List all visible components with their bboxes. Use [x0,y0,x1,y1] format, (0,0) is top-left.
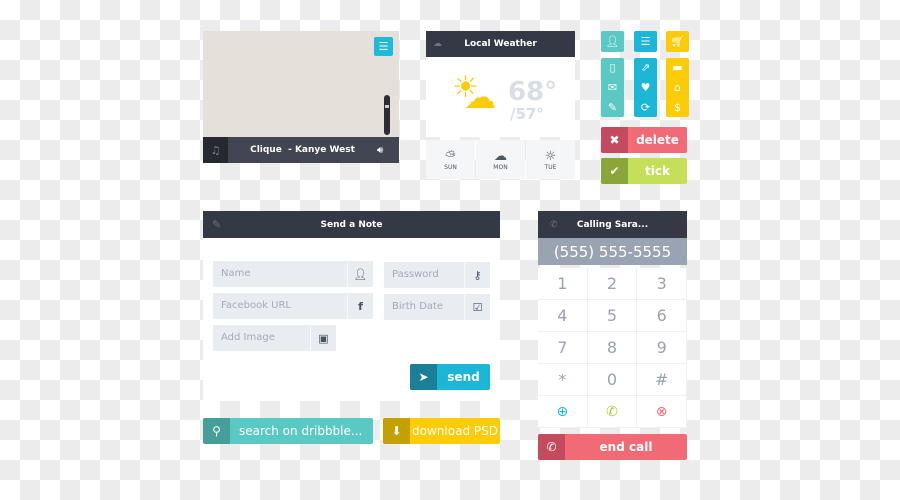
key-5[interactable]: 5 [587,300,638,332]
icon-column-teal: ▯ ✉ ✎ [601,58,624,117]
facebook-icon: f [347,293,373,319]
music-note-icon[interactable]: ♫ [203,137,228,163]
temp-low: /57° [510,105,544,123]
birth-date-input[interactable]: Birth Date ☑ [384,294,490,320]
icon-column-blue: ⇗ ♥ ⟳ [634,58,657,117]
partly-sunny-icon: ☀ ☁ [452,70,496,116]
temp-high: 68° [508,77,558,107]
cancel-icon[interactable]: ⊗ [637,396,687,428]
key-icon: ⚷ [464,262,490,288]
cloud-icon: ☁ [433,39,442,49]
keypad: 1 2 3 4 5 6 7 8 9 * 0 # ⊕ ✆ ⊗ [538,268,687,428]
dialer: ✆ Calling Sara... (555) 555-5555 123 456 78… [538,211,687,460]
name-input[interactable]: Name 👤︎ [213,261,373,287]
paper-plane-icon: ➤ [410,364,437,390]
download-icon: ⬇ [383,418,410,444]
phone-number: (555) 555-5555 [538,238,687,265]
key-#[interactable]: # [637,364,687,396]
send-button[interactable]: ➤ send [410,364,490,390]
weather-widget: ☁ Local Weather ☀ ☁ 68° /57° ⛅︎ SUN ☁ MON ☼ T… [426,31,575,179]
key-1[interactable]: 1 [538,268,588,300]
end-call-button[interactable]: ✆ end call [538,434,687,460]
search-input[interactable]: ⚲ search on dribbble... [203,418,373,444]
user-icon: 👤︎ [347,261,373,287]
partly-cloudy-icon: ⛅︎ [445,148,456,164]
mail-icon[interactable]: ✉ [608,81,617,94]
list-icon[interactable]: ☰ [634,31,657,52]
phone-icon: ✆ [550,219,558,230]
close-icon: ✖ [601,127,628,153]
list-icon[interactable]: ☰ [374,37,393,56]
phone-icon[interactable]: ▯ [609,61,615,74]
key-2[interactable]: 2 [587,268,638,300]
forecast-tue[interactable]: ☼ TUE [526,140,575,179]
cart-icon[interactable]: 🛒︎ [666,31,689,52]
edit-icon: ✎ [212,218,222,231]
tick-button[interactable]: ✔ tick [601,158,687,184]
music-player: ☰ ♫ Clique - Kanye West 🔊︎ [203,31,399,163]
download-psd-button[interactable]: ⬇ download PSD [383,418,500,444]
key-0[interactable]: 0 [587,364,638,396]
facebook-url-input[interactable]: Facebook URL f [213,293,373,319]
calendar-icon: ☑ [464,294,490,320]
key-8[interactable]: 8 [587,332,638,364]
call-icon[interactable]: ✆ [587,396,638,428]
password-input[interactable]: Password ⚷ [384,262,490,288]
forecast-mon[interactable]: ☁ MON [476,140,525,179]
note-title: Send a Note [320,219,383,230]
forecast-sun[interactable]: ⛅︎ SUN [426,140,475,179]
share-icon[interactable]: ⇗ [641,61,650,74]
key-4[interactable]: 4 [538,300,588,332]
check-icon: ✔ [601,158,628,184]
hang-up-icon: ✆ [538,434,565,460]
weather-title: Local Weather [464,39,537,49]
dollar-icon[interactable]: $ [674,101,681,114]
pencil-icon[interactable]: ✎ [608,101,617,114]
delete-button[interactable]: ✖ delete [601,127,687,153]
key-7[interactable]: 7 [538,332,588,364]
track-title: Clique - Kanye West [250,145,355,155]
rain-cloud-icon: ☁ [494,148,507,164]
key-9[interactable]: 9 [637,332,687,364]
user-icon[interactable]: 👤︎ [601,31,624,52]
icon-column-yellow: ▬ ⌂ $ [666,58,689,117]
credit-card-icon[interactable]: ▬ [672,61,682,74]
tag-icon[interactable]: ⌂ [674,81,681,94]
image-icon: ▣ [310,325,336,351]
volume-icon[interactable]: 🔊︎ [377,145,399,156]
key-*[interactable]: * [538,364,588,396]
caller-name: Calling Sara... [576,219,649,230]
add-icon[interactable]: ⊕ [538,396,588,428]
sun-icon: ☼ [544,148,557,164]
refresh-icon[interactable]: ⟳ [641,101,650,114]
add-image-input[interactable]: Add Image ▣ [213,325,336,351]
volume-slider[interactable] [384,95,390,135]
key-3[interactable]: 3 [637,268,687,300]
key-6[interactable]: 6 [637,300,687,332]
heart-icon[interactable]: ♥ [641,81,651,94]
search-icon: ⚲ [203,418,230,444]
